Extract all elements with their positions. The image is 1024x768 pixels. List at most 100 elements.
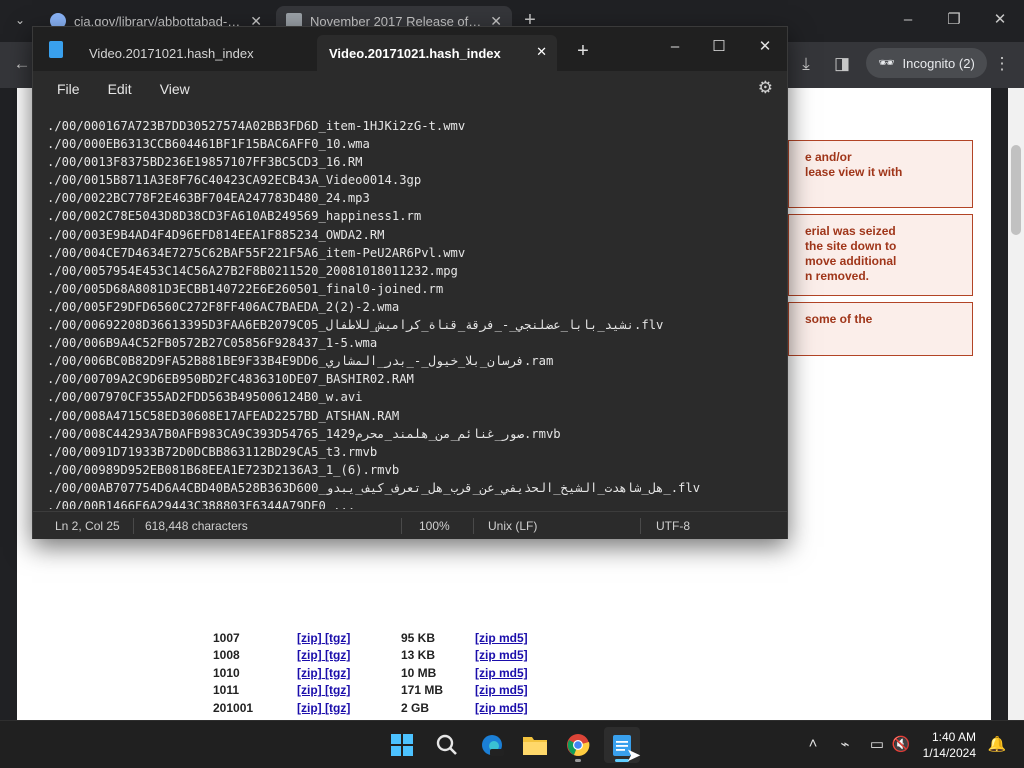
notepad-titlebar: Video.20171021.hash_index Video.20171021… [33, 27, 787, 71]
download-row: 1008 [zip] [tgz] 13 KB [zip md5] [213, 647, 528, 665]
minimize-icon[interactable]: – [661, 33, 689, 61]
mouse-cursor-icon: ➤ [626, 745, 642, 765]
file-size: 10 MB [401, 665, 437, 680]
text-line: ./00/000167A723B7DD30527574A02BB3FD6D_it… [47, 119, 466, 133]
close-window-icon[interactable]: ✕ [988, 8, 1012, 32]
menu-edit[interactable]: Edit [98, 77, 142, 101]
minimize-icon[interactable]: – [896, 8, 920, 32]
chrome-icon[interactable] [560, 727, 596, 763]
tab-search-icon[interactable]: ⌄ [6, 6, 34, 34]
text-line: ./00/0022BC778F2E463BF704EA247783D480_24… [47, 191, 370, 206]
file-size: 95 KB [401, 630, 436, 645]
md5-link[interactable]: [zip md5] [475, 683, 528, 697]
archive-links[interactable]: [zip] [tgz] [297, 631, 401, 645]
md5-link[interactable]: [zip md5] [475, 666, 528, 680]
notice-box: erial was seized the site down to move a… [788, 214, 973, 296]
notice-line: e and/or [805, 150, 852, 164]
archive-links[interactable]: [zip] [tgz] [297, 683, 401, 697]
text-line: ./00/008C44293A7B0AFB983CA9C393D54765_14… [47, 426, 561, 441]
text-line: ./00/006BC0B82D9FA52B881BE9F33B4E9DD6_فر… [47, 354, 554, 369]
edge-beta-icon[interactable] [474, 727, 510, 763]
download-icon[interactable]: ⤓ [792, 50, 820, 78]
file-size: 171 MB [401, 683, 444, 698]
status-divider [133, 518, 134, 534]
network-disconnected-icon[interactable]: ⌁ [834, 735, 856, 753]
incognito-badge[interactable]: 🕶 Incognito (2) [866, 48, 987, 78]
text-line: ./00/007970CF355AD2FDD563B495006124B0_w.… [47, 390, 363, 405]
notepad-tab-1[interactable]: Video.20171021.hash_index [77, 35, 266, 71]
download-row: 1011 [zip] [tgz] 171 MB [zip md5] [213, 682, 528, 700]
chrome-menu-icon[interactable]: ⋮ [988, 50, 1016, 78]
new-tab-button[interactable]: + [569, 37, 597, 65]
zip-link[interactable]: [zip] [297, 701, 322, 715]
text-line: ./00/008A4715C58ED30608E17AFEAD2257BD_AT… [47, 408, 400, 423]
status-bar: Ln 2, Col 25 618,448 characters 100% Uni… [33, 511, 787, 539]
side-panel-icon[interactable]: ◨ [828, 50, 856, 78]
scrollbar-thumb[interactable] [1011, 145, 1021, 235]
text-line: ./00/005D68A8081D3ECBB140722E6E260501_fi… [47, 281, 444, 296]
incognito-label: Incognito (2) [902, 55, 975, 71]
windows-start-icon[interactable] [384, 727, 420, 763]
md5-link[interactable]: [zip md5] [475, 631, 528, 645]
text-line: ./00/002C78E5043D8D38CD3FA610AB249569_ha… [47, 209, 422, 224]
monitor-icon[interactable]: ▭ [866, 735, 888, 753]
settings-gear-icon[interactable]: ⚙ [758, 78, 773, 98]
tgz-link[interactable]: [tgz] [325, 631, 350, 645]
line-ending[interactable]: Unix (LF) [488, 519, 537, 533]
notification-bell-icon[interactable]: 🔔 [986, 735, 1008, 753]
download-id: 1010 [213, 665, 240, 680]
tgz-link[interactable]: [tgz] [325, 666, 350, 680]
archive-links[interactable]: [zip] [tgz] [297, 666, 401, 680]
zip-link[interactable]: [zip] [297, 648, 322, 662]
chevron-up-icon[interactable]: ˄ [802, 735, 824, 752]
notice-box: e and/or lease view it with [788, 140, 973, 208]
search-icon[interactable] [429, 727, 465, 763]
text-editor-area[interactable]: ./00/000167A723B7DD30527574A02BB3FD6D_it… [47, 117, 787, 509]
notepad-tab-title: Video.20171021.hash_index [89, 45, 254, 61]
text-line: ./00/0015B8711A3E8F76C40423CA92ECB43A_Vi… [47, 173, 422, 188]
zoom-level[interactable]: 100% [419, 519, 450, 533]
cursor-position: Ln 2, Col 25 [55, 519, 120, 533]
notepad-app-icon [49, 41, 63, 58]
notice-line: the site down to [805, 239, 897, 253]
tgz-link[interactable]: [tgz] [325, 683, 350, 697]
notice-line: some of the [805, 312, 873, 326]
file-explorer-icon[interactable] [517, 727, 553, 763]
notice-box: some of the [788, 302, 973, 356]
notepad-tab-title: Video.20171021.hash_index [329, 45, 501, 61]
menu-view[interactable]: View [150, 77, 200, 101]
notepad-tab-2[interactable]: Video.20171021.hash_index ✕ [317, 35, 557, 71]
archive-links[interactable]: [zip] [tgz] [297, 701, 401, 715]
text-line: ./00/00AB707754D6A4CBD40BA528B363D600_هل… [47, 480, 701, 495]
text-line: ./00/00B1466E6A29443C388803F6344A79DE0_.… [47, 498, 356, 509]
tgz-link[interactable]: [tgz] [325, 648, 350, 662]
text-line: ./00/0057954E453C14C56A27B2F8B0211520_20… [47, 263, 458, 278]
notice-line: n removed. [805, 269, 870, 283]
notice-line: move additional [805, 254, 897, 268]
notice-line: lease view it with [805, 165, 903, 179]
archive-links[interactable]: [zip] [tgz] [297, 648, 401, 662]
text-line: ./00/004CE7D4634E7275C62BAF55F221F5A6_it… [47, 245, 466, 260]
encoding[interactable]: UTF-8 [656, 519, 690, 533]
taskbar: ➤ ˄ ⌁ ▭ 🔇 1:40 AM 1/14/2024 🔔 [0, 720, 1024, 768]
notepad-menubar: File Edit View ⚙ [33, 71, 787, 107]
status-divider [473, 518, 474, 534]
zip-link[interactable]: [zip] [297, 666, 322, 680]
notepad-window: Video.20171021.hash_index Video.20171021… [32, 26, 788, 539]
volume-muted-icon[interactable]: 🔇 [890, 735, 912, 753]
close-tab-icon[interactable]: ✕ [536, 44, 547, 60]
download-table: 1007 [zip] [tgz] 95 KB [zip md5] 1008 [zip] [… [213, 629, 528, 720]
download-id: 1008 [213, 648, 240, 663]
md5-link[interactable]: [zip md5] [475, 648, 528, 662]
file-size: 13 KB [401, 648, 436, 663]
zip-link[interactable]: [zip] [297, 631, 322, 645]
md5-link[interactable]: [zip md5] [475, 701, 528, 715]
system-clock[interactable]: 1:40 AM 1/14/2024 [923, 729, 976, 761]
zip-link[interactable]: [zip] [297, 683, 322, 697]
maximize-icon[interactable]: ☐ [705, 33, 733, 61]
close-window-icon[interactable]: ✕ [751, 33, 779, 61]
restore-icon[interactable]: ❐ [942, 8, 966, 32]
menu-file[interactable]: File [47, 77, 90, 101]
download-row: 1007 [zip] [tgz] 95 KB [zip md5] [213, 629, 528, 647]
tgz-link[interactable]: [tgz] [325, 701, 350, 715]
